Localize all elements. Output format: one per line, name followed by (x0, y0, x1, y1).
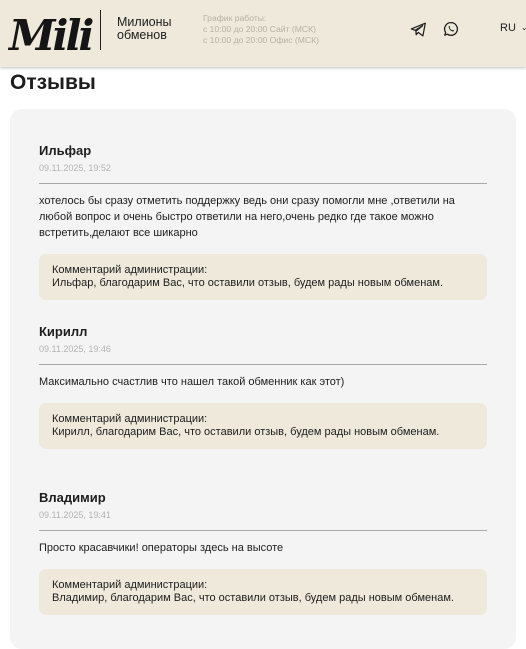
logo-mark: Mili (8, 11, 96, 58)
review-author: Ильфар (39, 143, 92, 158)
schedule-title: График работы: (203, 13, 267, 23)
admin-comment-label: Комментарий администрации: (52, 579, 208, 591)
site-header: Mili Милионы обменов График работы: с 10… (0, 0, 526, 67)
admin-comment-text: Владимир, благодарим Вас, что оставили о… (52, 592, 454, 604)
work-schedule: График работы: с 10:00 до 20:00 Сайт (МС… (203, 13, 319, 46)
admin-comment-text: Кирилл, благодарим Вас, что оставили отз… (52, 426, 440, 438)
admin-comment-label: Комментарий администрации: (52, 413, 208, 425)
review-card: Кирилл 09.11.2025, 19:46 Максимально сча… (39, 324, 487, 449)
admin-comment: Комментарий администрации: Владимир, бла… (39, 569, 487, 615)
tagline-line2: обменов (117, 28, 167, 42)
review-author: Кирилл (39, 324, 88, 339)
review-divider (39, 183, 487, 184)
page-title: Отзывы (10, 71, 96, 94)
review-author: Владимир (39, 490, 106, 505)
review-text: Просто красавчики! операторы здесь на вы… (39, 542, 284, 554)
reviews-panel: Ильфар 09.11.2025, 19:52 хотелось бы сра… (10, 109, 516, 649)
review-date: 09.11.2025, 19:52 (39, 163, 111, 173)
telegram-icon[interactable] (410, 22, 427, 37)
tagline: Милионы обменов (117, 16, 172, 42)
schedule-site: с 10:00 до 20:00 Сайт (МСК) (203, 24, 316, 34)
admin-comment-label: Комментарий администрации: (52, 264, 208, 276)
logo[interactable]: Mili (8, 8, 96, 58)
review-text: Максимально счастлив что нашел такой обм… (39, 376, 345, 388)
schedule-office: с 10:00 до 20:00 Офис (МСК) (203, 35, 319, 45)
review-text: хотелось бы сразу отметить поддержку вед… (39, 195, 455, 239)
review-divider (39, 530, 487, 531)
review-divider (39, 364, 487, 365)
review-date: 09.11.2025, 19:41 (39, 510, 111, 520)
chevron-down-icon: ⌄ (520, 23, 526, 32)
language-selector[interactable]: RU ⌄ (500, 22, 526, 34)
language-label: RU (500, 22, 516, 34)
admin-comment: Комментарий администрации: Ильфар, благо… (39, 254, 487, 300)
admin-comment: Комментарий администрации: Кирилл, благо… (39, 403, 487, 449)
whatsapp-icon[interactable] (443, 21, 459, 37)
review-card: Владимир 09.11.2025, 19:41 Просто красав… (39, 490, 487, 615)
logo-divider (100, 10, 101, 50)
review-card: Ильфар 09.11.2025, 19:52 хотелось бы сра… (39, 143, 487, 300)
svg-text:Mili: Mili (8, 11, 93, 58)
admin-comment-text: Ильфар, благодарим Вас, что оставили отз… (52, 277, 444, 289)
review-date: 09.11.2025, 19:46 (39, 344, 111, 354)
